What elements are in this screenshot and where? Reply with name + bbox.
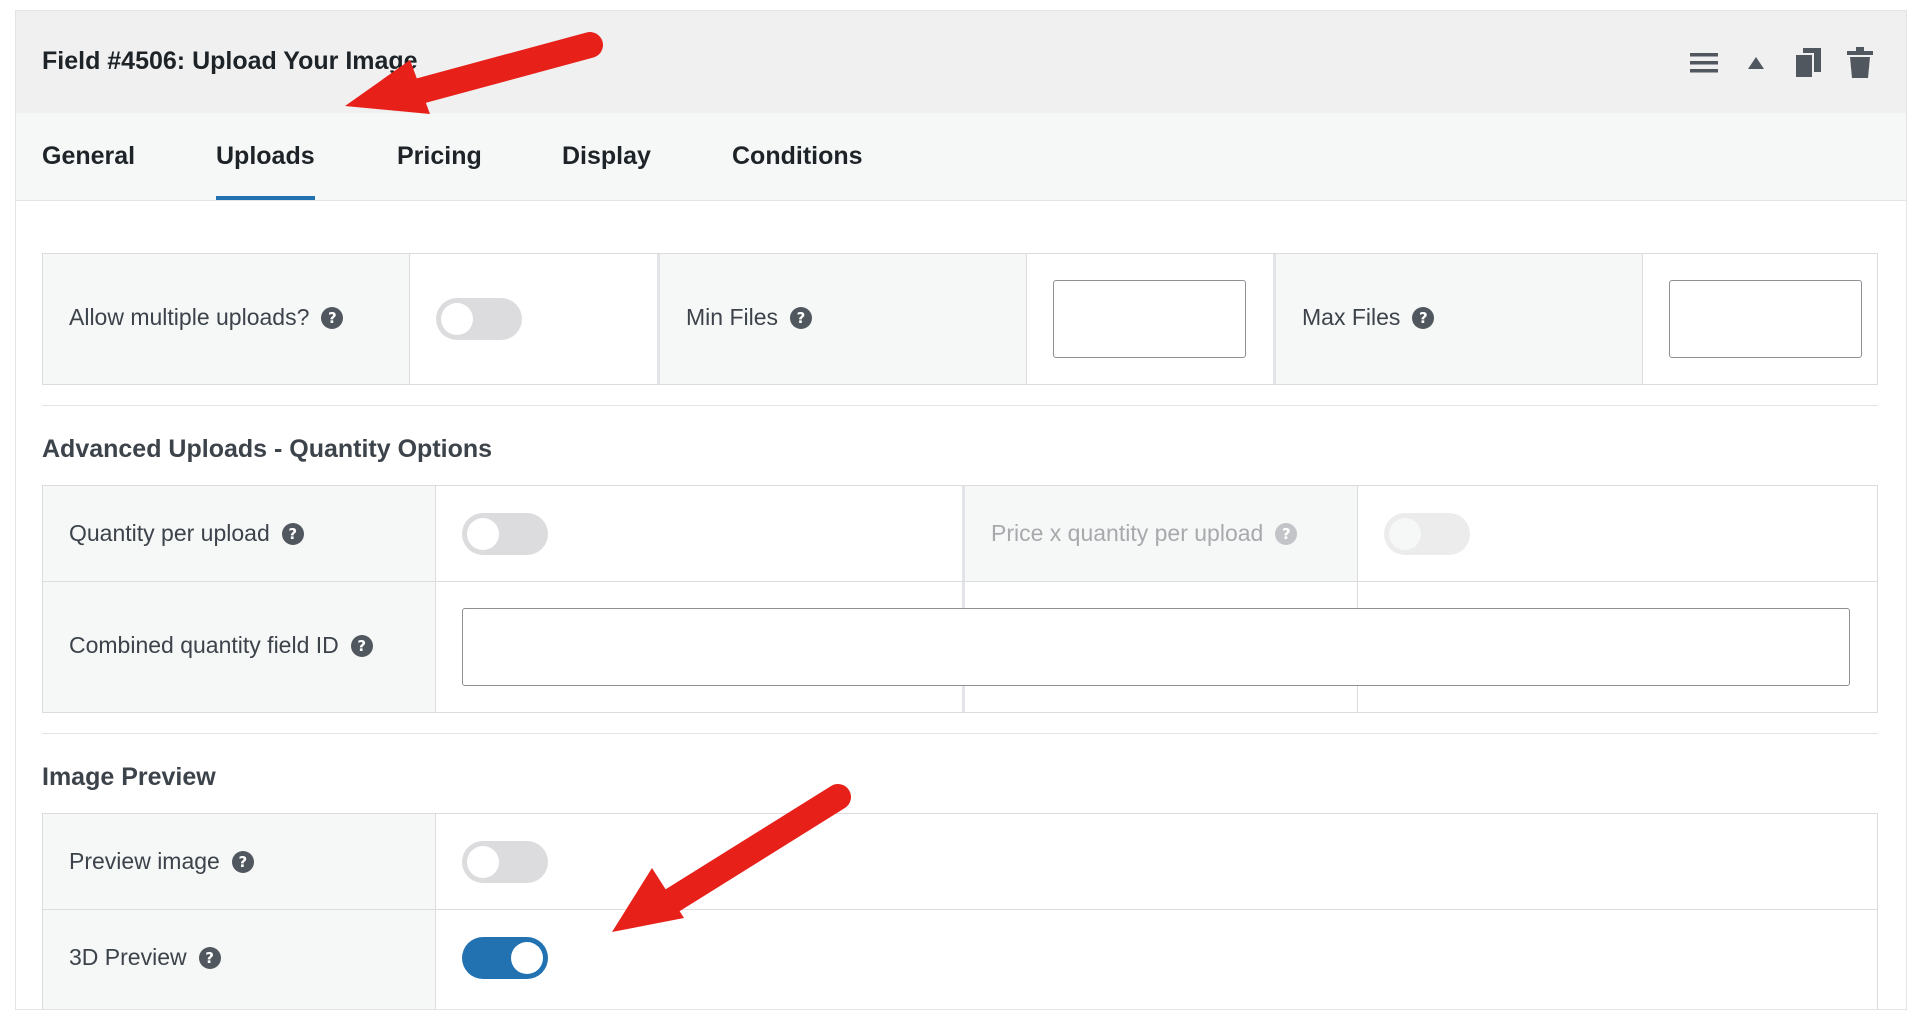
price-x-quantity-toggle-cell [1358,486,1877,581]
combined-field-label-cell: Combined quantity field ID ? [43,582,435,712]
allow-multiple-text: Allow multiple uploads? [69,304,310,330]
field-title: Field #4506: Upload Your Image [42,47,418,75]
divider [42,405,1878,406]
tab-uploads[interactable]: Uploads [216,113,315,200]
min-files-label: Min Files ? [686,304,813,331]
tab-general[interactable]: General [42,113,135,200]
divider [42,733,1878,734]
quantity-options-table: Quantity per upload ? Price x quantity p… [42,485,1878,713]
max-files-input[interactable] [1669,280,1862,358]
toggle-knob [467,846,499,878]
help-icon[interactable]: ? [790,306,813,329]
uploads-settings-row: Allow multiple uploads? ? Min Files ? Ma… [42,253,1878,385]
allow-multiple-toggle-cell [410,254,657,384]
preview-3d-toggle[interactable] [462,937,548,979]
field-header: Field #4506: Upload Your Image [16,11,1906,113]
allow-multiple-toggle[interactable] [436,298,522,340]
image-preview-section-title: Image Preview [42,763,216,791]
help-icon[interactable]: ? [281,522,304,545]
field-panel: Field #4506: Upload Your Image General U… [15,10,1907,1010]
copy-icon[interactable] [1792,47,1824,79]
price-x-quantity-toggle[interactable] [1384,513,1470,555]
allow-multiple-label-cell: Allow multiple uploads? ? [43,254,409,384]
combined-field-text: Combined quantity field ID [69,632,339,658]
quantity-per-upload-toggle[interactable] [462,513,548,555]
max-files-label: Max Files ? [1302,304,1435,331]
price-x-quantity-text: Price x quantity per upload [991,520,1264,546]
preview-3d-toggle-cell [436,910,1877,1009]
help-icon[interactable]: ? [1412,306,1435,329]
combined-field-label: Combined quantity field ID ? [69,632,373,659]
quantity-section-title: Advanced Uploads - Quantity Options [42,435,493,463]
header-actions [1688,47,1876,79]
allow-multiple-label: Allow multiple uploads? ? [69,304,344,331]
combined-field-input[interactable] [462,608,1850,686]
preview-image-label-cell: Preview image ? [43,814,435,909]
tab-pricing[interactable]: Pricing [397,113,482,200]
toggle-knob [511,942,543,974]
min-files-label-cell: Min Files ? [660,254,1026,384]
quantity-per-upload-toggle-cell [436,486,962,581]
max-files-input-cell [1643,254,1877,384]
collapse-up-icon[interactable] [1740,47,1772,79]
max-files-label-cell: Max Files ? [1276,254,1642,384]
toggle-knob [441,303,473,335]
price-x-quantity-label: Price x quantity per upload ? [991,520,1298,547]
help-icon[interactable]: ? [198,946,221,969]
preview-image-toggle[interactable] [462,841,548,883]
tab-display[interactable]: Display [562,113,651,200]
preview-image-text: Preview image [69,848,220,874]
menu-icon[interactable] [1688,47,1720,79]
trash-icon[interactable] [1844,47,1876,79]
help-icon[interactable]: ? [350,634,373,657]
tab-conditions[interactable]: Conditions [732,113,863,200]
toggle-knob [467,518,499,550]
quantity-per-upload-label: Quantity per upload ? [69,520,304,547]
quantity-per-upload-label-cell: Quantity per upload ? [43,486,435,581]
price-x-quantity-label-cell: Price x quantity per upload ? [965,486,1357,581]
combined-field-input-cell [436,582,1877,712]
help-icon[interactable]: ? [231,850,254,873]
preview-3d-text: 3D Preview [69,944,187,970]
help-icon[interactable]: ? [1275,522,1298,545]
toggle-knob [1389,518,1421,550]
min-files-text: Min Files [686,304,779,330]
quantity-per-upload-text: Quantity per upload [69,520,270,546]
preview-3d-label: 3D Preview ? [69,944,221,971]
help-icon[interactable]: ? [321,306,344,329]
max-files-text: Max Files [1302,304,1401,330]
image-preview-table: Preview image ? 3D Preview ? [42,813,1878,1009]
preview-image-label: Preview image ? [69,848,254,875]
tab-bar: General Uploads Pricing Display Conditio… [16,113,1906,201]
preview-3d-label-cell: 3D Preview ? [43,910,435,1009]
min-files-input[interactable] [1053,280,1246,358]
min-files-input-cell [1027,254,1273,384]
preview-image-toggle-cell [436,814,1877,909]
